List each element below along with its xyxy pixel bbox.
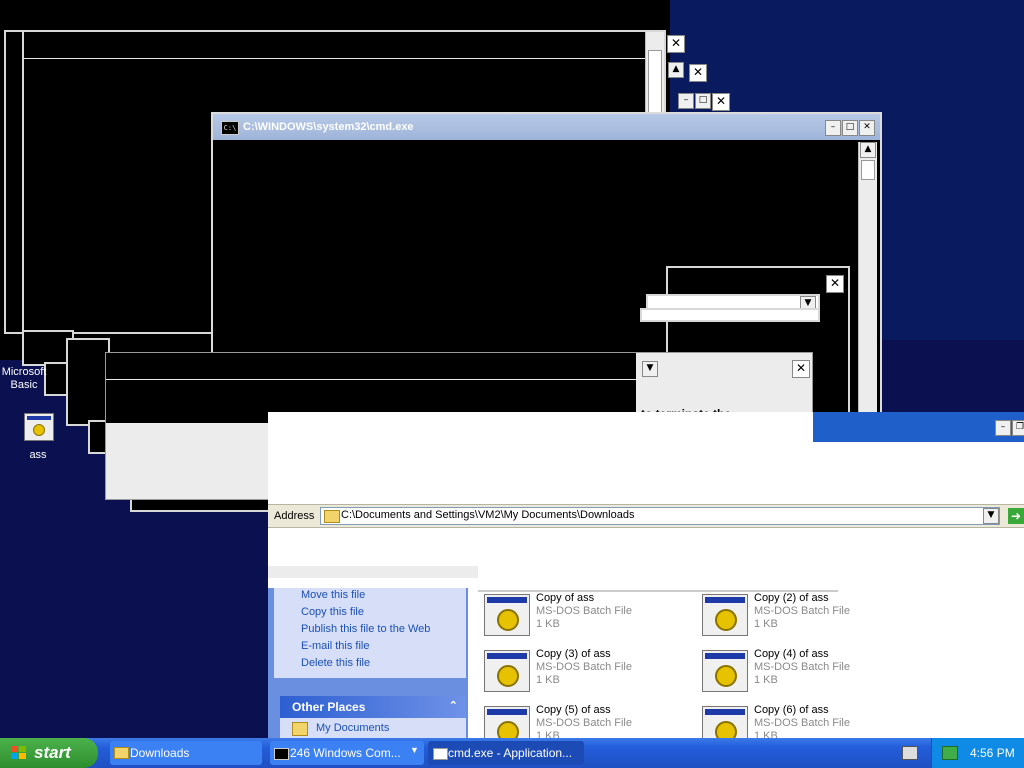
scroll-up-icon[interactable]: ▲ <box>860 142 876 158</box>
minimize-icon[interactable]: – <box>995 420 1011 436</box>
place-my-documents[interactable]: My Documents <box>316 722 389 734</box>
taskbar-button-downloads[interactable]: Downloads <box>110 741 262 765</box>
desktop-icon-label[interactable]: ass <box>26 449 50 461</box>
minimize-icon[interactable]: – <box>678 93 694 109</box>
keyboard-icon[interactable] <box>902 746 918 760</box>
close-icon[interactable]: ✕ <box>689 64 707 82</box>
task-copy[interactable]: Copy this file <box>301 606 364 618</box>
window-icon <box>433 748 448 760</box>
maximize-icon[interactable]: □ <box>842 120 858 136</box>
system-tray: 4:56 PM <box>931 738 1024 768</box>
cmd-window-title: C:\WINDOWS\system32\cmd.exe <box>243 121 414 133</box>
clock[interactable]: 4:56 PM <box>970 746 1015 760</box>
collapse-icon[interactable]: ⌃ <box>449 699 458 712</box>
close-icon[interactable]: ✕ <box>826 275 844 293</box>
address-bar: Address C:\Documents and Settings\VM2\My… <box>268 504 1024 528</box>
close-icon[interactable]: ✕ <box>859 120 875 136</box>
cmd-scrollbar[interactable]: ▲ ▼ <box>858 142 877 444</box>
task-email[interactable]: E-mail this file <box>301 640 369 652</box>
cmd-title-bar[interactable]: C:\ C:\WINDOWS\system32\cmd.exe – □ ✕ <box>213 114 880 140</box>
windows-flag-icon <box>11 746 27 760</box>
tasks-pane: Move this file Copy this file Publish th… <box>268 588 468 748</box>
chevron-down-icon[interactable]: ▼ <box>983 508 999 524</box>
desktop-icon-label[interactable]: Microsoft Basic <box>0 366 48 392</box>
explorer-title-bar[interactable]: – ❐ <box>813 412 1024 442</box>
maximize-icon[interactable]: □ <box>695 93 711 109</box>
ghost-artifact <box>478 580 838 592</box>
taskbar-button-cmd-group[interactable]: 246 Windows Com... ▼ <box>270 741 424 765</box>
batch-file-icon <box>484 650 530 692</box>
file-item[interactable]: Copy (2) of ass MS-DOS Batch File 1 KB <box>702 592 902 642</box>
network-icon[interactable] <box>942 746 958 760</box>
folder-icon <box>114 747 129 759</box>
ghost-window-frame <box>640 308 820 322</box>
explorer-window[interactable]: – ❐ Address C:\Documents and Settings\VM… <box>268 412 1024 748</box>
cmd-icon <box>274 748 289 760</box>
close-icon[interactable]: ✕ <box>792 360 810 378</box>
other-places-header[interactable]: Other Places ⌃ <box>280 696 466 718</box>
restore-icon[interactable]: ❐ <box>1012 420 1024 436</box>
batch-file-icon <box>702 594 748 636</box>
chevron-down-icon[interactable]: ▼ <box>642 361 658 377</box>
address-input[interactable]: C:\Documents and Settings\VM2\My Documen… <box>320 507 1000 525</box>
batch-file-icon <box>702 650 748 692</box>
address-label: Address <box>274 510 315 522</box>
my-documents-icon <box>292 722 308 736</box>
ghost-window-frame <box>66 338 110 426</box>
cmd-icon: C:\ <box>221 121 239 135</box>
file-item[interactable]: Copy (3) of ass MS-DOS Batch File 1 KB <box>484 648 684 698</box>
taskbar-button-cmd-error[interactable]: cmd.exe - Application... <box>428 741 584 765</box>
file-item[interactable]: Copy of ass MS-DOS Batch File 1 KB <box>484 592 684 642</box>
taskbar: start Downloads 246 Windows Com... ▼ cmd… <box>0 738 1024 768</box>
batch-file-icon[interactable] <box>24 413 54 441</box>
start-button[interactable]: start <box>0 738 98 768</box>
minimize-icon[interactable]: – <box>825 120 841 136</box>
file-tasks-box: Move this file Copy this file Publish th… <box>274 588 466 678</box>
ghost-artifact <box>268 566 478 578</box>
file-item[interactable]: Copy (4) of ass MS-DOS Batch File 1 KB <box>702 648 902 698</box>
task-move[interactable]: Move this file <box>301 589 365 601</box>
task-publish[interactable]: Publish this file to the Web <box>301 623 430 635</box>
batch-file-icon <box>484 594 530 636</box>
folder-icon <box>324 510 340 523</box>
task-delete[interactable]: Delete this file <box>301 657 370 669</box>
close-icon[interactable]: ✕ <box>667 35 685 53</box>
go-arrow-icon[interactable]: ➜ <box>1008 508 1024 524</box>
chevron-down-icon[interactable]: ▼ <box>410 745 419 755</box>
scroll-up-icon[interactable]: ▲ <box>668 62 684 78</box>
close-icon[interactable]: ✕ <box>712 93 730 111</box>
